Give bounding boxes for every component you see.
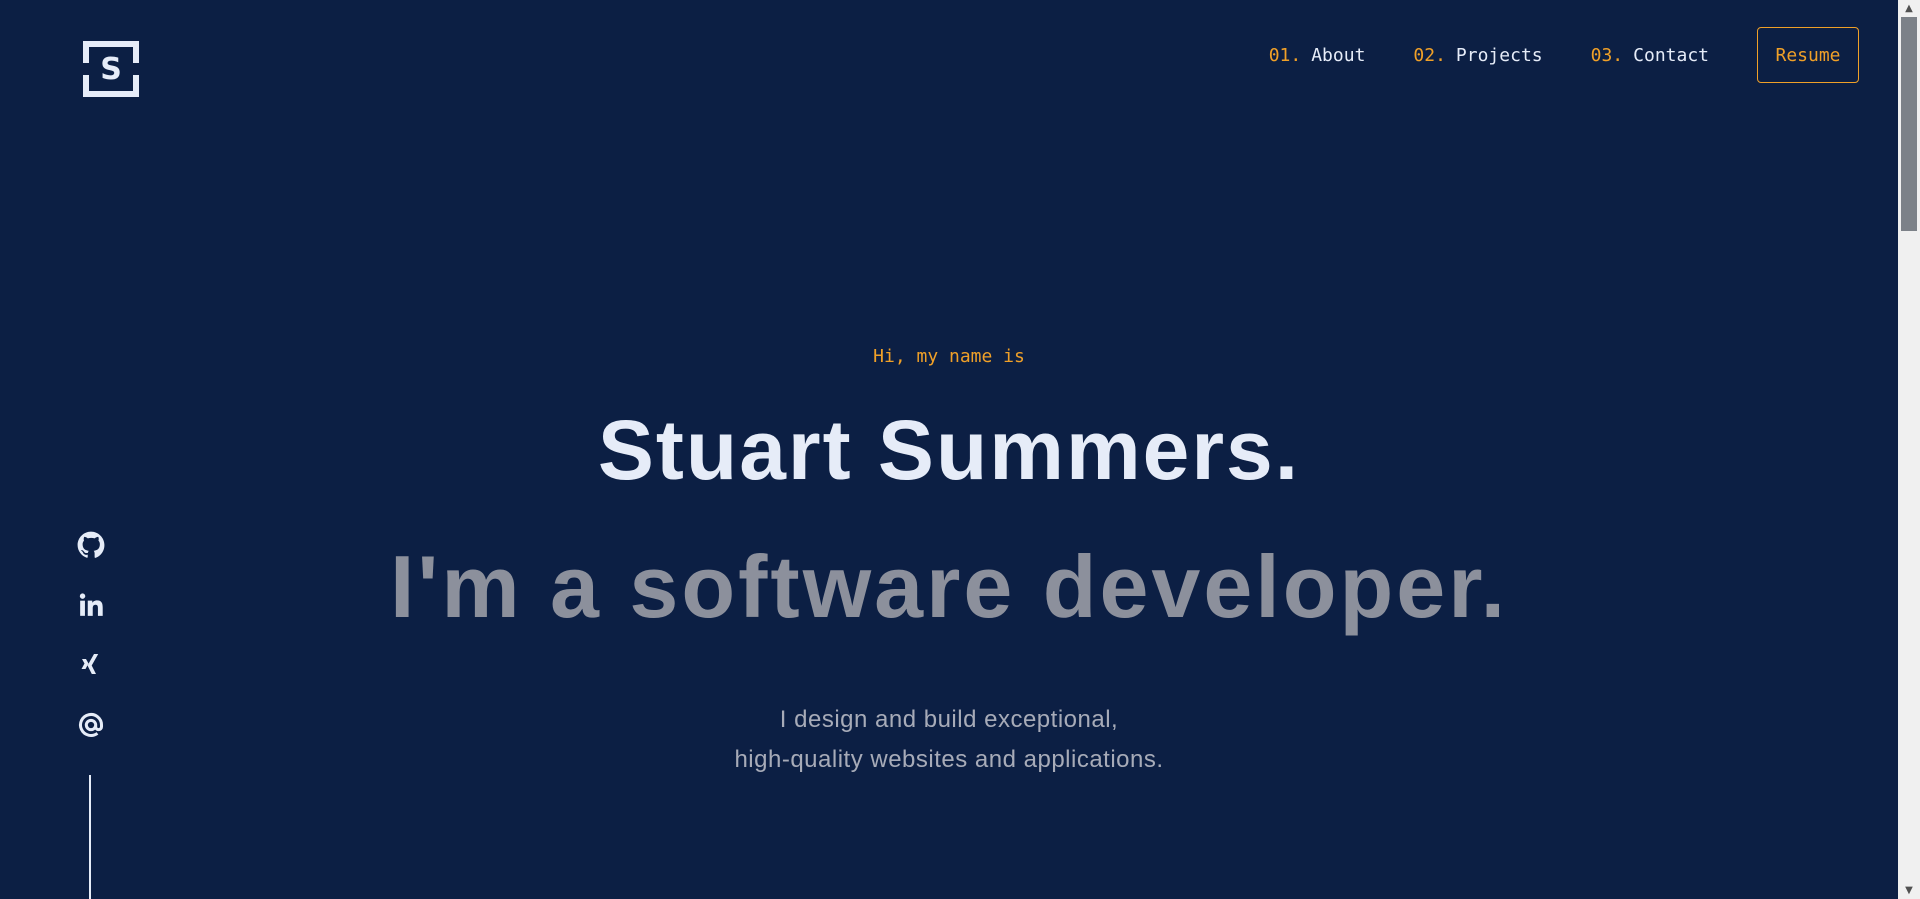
email-link[interactable] xyxy=(76,710,106,740)
github-link[interactable] xyxy=(76,530,106,560)
nav-contact[interactable]: 03. Contact xyxy=(1591,45,1709,66)
linkedin-link[interactable] xyxy=(76,590,106,620)
xing-icon xyxy=(81,654,99,674)
hero-description-line1: I design and build exceptional, xyxy=(779,706,1119,733)
nav-number: 03. xyxy=(1590,44,1624,66)
xing-link[interactable] xyxy=(76,650,106,680)
page: S 01. About 02. Projects 03. Contact Res… xyxy=(0,0,1920,899)
social-divider-line xyxy=(89,775,91,899)
social-links xyxy=(76,530,106,770)
github-icon xyxy=(77,531,105,558)
hero-role: I'm a software developer. xyxy=(389,537,1509,636)
scrollbar[interactable]: ▲ ▼ xyxy=(1898,0,1920,899)
hero-description: I design and build exceptional, high-qua… xyxy=(0,700,1898,780)
logo-icon: S xyxy=(83,41,139,97)
nav-label: Projects xyxy=(1455,44,1543,66)
main-nav: 01. About 02. Projects 03. Contact Resum… xyxy=(1269,27,1859,83)
hero-greeting: Hi, my name is xyxy=(873,346,1025,367)
logo-letter: S xyxy=(100,52,122,87)
nav-number: 02. xyxy=(1413,44,1446,66)
nav-about[interactable]: 01. About xyxy=(1269,45,1366,66)
resume-button[interactable]: Resume xyxy=(1757,27,1859,83)
nav-label: About xyxy=(1311,44,1366,66)
scroll-down-arrow-icon[interactable]: ▼ xyxy=(1898,882,1920,899)
hero-name: Stuart Summers. xyxy=(597,403,1301,497)
hero-description-line2: high-quality websites and applications. xyxy=(734,746,1164,773)
scroll-thumb[interactable] xyxy=(1901,17,1917,231)
scroll-up-arrow-icon[interactable]: ▲ xyxy=(1898,0,1920,17)
nav-number: 01. xyxy=(1268,44,1302,66)
logo[interactable]: S xyxy=(79,37,143,101)
nav-label: Contact xyxy=(1633,44,1709,66)
linkedin-icon xyxy=(79,593,103,616)
nav-projects[interactable]: 02. Projects xyxy=(1413,45,1542,66)
email-at-icon xyxy=(79,712,104,737)
